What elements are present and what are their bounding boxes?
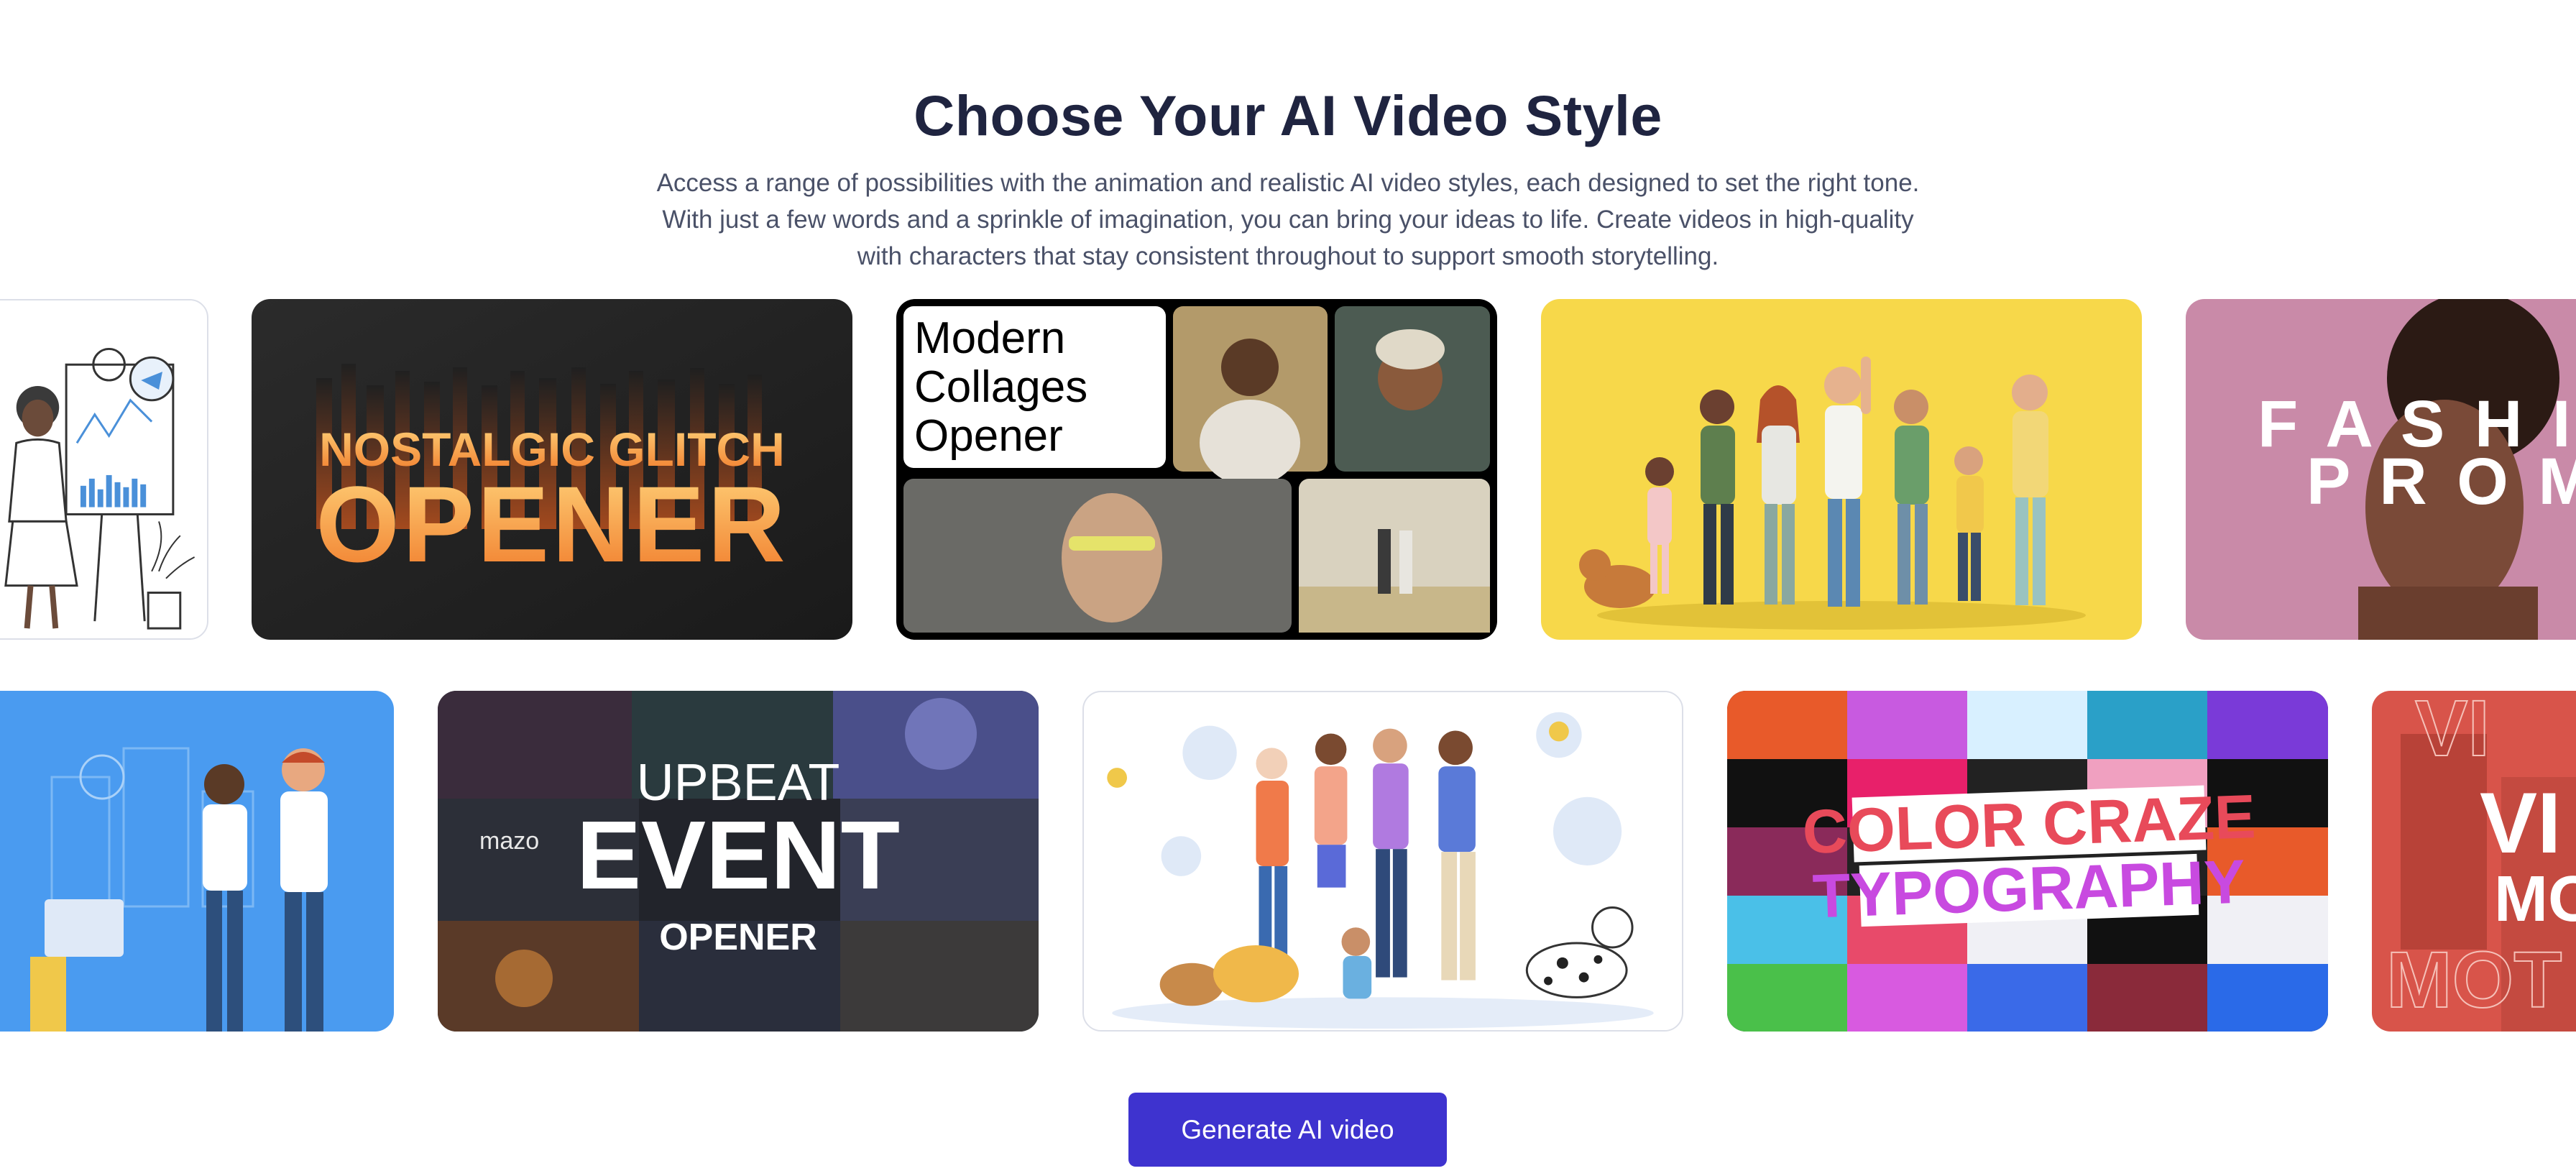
event-title-line3: OPENER	[659, 917, 817, 958]
event-thumbnail: mazo UPBEAT EVENT OPENER	[438, 691, 1039, 1032]
vibe-title-line3: MOT	[2386, 936, 2562, 1024]
fashion-title-line2: P R O M	[2306, 445, 2576, 518]
style-card-3d-characters[interactable]	[1541, 299, 2142, 640]
vibe-title-line2: MO	[2494, 863, 2576, 935]
event-logo: mazo	[479, 827, 539, 855]
vibe-title-line1: VI	[2480, 775, 2561, 871]
style-card-vibe-motion[interactable]: VI VI MO MOT	[2372, 691, 2576, 1032]
family-pets-thumbnail	[1085, 692, 1681, 1030]
style-card-business-illustration[interactable]	[0, 299, 208, 640]
page-description: Access a range of possibilities with the…	[656, 169, 1920, 270]
vibe-thumbnail: VI VI MO MOT	[2372, 691, 2576, 1032]
characters-3d-thumbnail	[1541, 299, 2142, 640]
style-carousel-row-1: NOSTALGIC GLITCH OPENER Modern Collages …	[0, 299, 2576, 641]
collage-title-line1: Modern	[914, 313, 1065, 363]
event-title-line2: EVENT	[576, 801, 900, 909]
generate-ai-video-button[interactable]: Generate AI video	[1128, 1093, 1447, 1167]
style-card-nostalgic-glitch[interactable]: NOSTALGIC GLITCH OPENER	[252, 299, 852, 640]
collage-title-line3: Opener	[914, 411, 1063, 461]
vibe-outline-text: VI	[2415, 691, 2490, 773]
collage-thumbnail: Modern Collages Opener	[896, 299, 1497, 640]
glitch-thumbnail: NOSTALGIC GLITCH OPENER	[252, 299, 852, 640]
collage-title-line2: Collages	[914, 362, 1087, 412]
style-card-upbeat-event[interactable]: mazo UPBEAT EVENT OPENER	[438, 691, 1039, 1032]
style-card-flat-illustration[interactable]	[0, 691, 394, 1032]
style-card-modern-collages[interactable]: Modern Collages Opener	[896, 299, 1497, 640]
flat-illustration-thumbnail	[0, 691, 394, 1032]
style-card-color-craze[interactable]: COLOR CRAZE TYPOGRAPHY	[1727, 691, 2328, 1032]
business-illustration	[0, 300, 206, 638]
typography-thumbnail: COLOR CRAZE TYPOGRAPHY	[1727, 691, 2328, 1032]
fashion-thumbnail: F A S H I P R O M	[2186, 299, 2576, 640]
page-title: Choose Your AI Video Style	[914, 83, 1662, 147]
glitch-title-line2: OPENER	[316, 464, 788, 584]
style-card-fashion-promo[interactable]: F A S H I P R O M	[2186, 299, 2576, 640]
style-card-family-pets[interactable]	[1082, 691, 1683, 1032]
style-carousel-row-2: mazo UPBEAT EVENT OPENER COLOR CRAZE TYP…	[0, 691, 2576, 1033]
